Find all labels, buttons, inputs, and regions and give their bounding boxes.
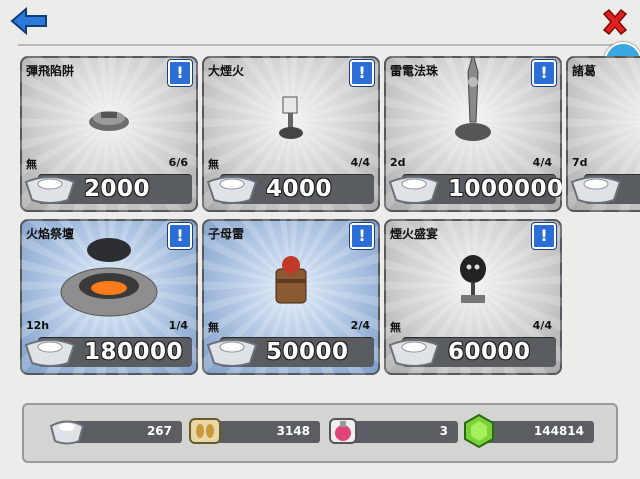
- price-bar: 1000000: [388, 174, 562, 204]
- price-value: 50000: [266, 339, 349, 365]
- item-card-big-firework[interactable]: 大煙火 ! 無 4/4 4000: [202, 56, 380, 212]
- green-gem-icon: [464, 413, 494, 449]
- info-button[interactable]: !: [168, 223, 192, 249]
- item-name: 大煙火: [208, 64, 245, 78]
- price-value: 60000: [448, 339, 531, 365]
- resource-wheat: 3148: [189, 418, 320, 444]
- silver-ingot-icon: [388, 176, 440, 204]
- item-name: 子母雷: [208, 227, 245, 241]
- item-name: 彈飛陷阱: [26, 64, 75, 78]
- item-card-fire-altar[interactable]: 火焰祭壇 ! 12h 1/4 180000: [20, 219, 198, 375]
- cluster-mine-icon: [275, 256, 307, 304]
- price-bar: 60000: [388, 337, 556, 367]
- wheat-icon: [189, 418, 221, 444]
- item-card-bounce-trap[interactable]: 彈飛陷阱 ! 無 6/6 2000: [20, 56, 198, 212]
- potion-icon: [329, 418, 357, 444]
- item-name: 雷電法珠: [390, 64, 439, 78]
- price-bar: 2000: [24, 174, 192, 204]
- silver-ingot-icon: [206, 339, 258, 367]
- item-card-zhuge[interactable]: 諸葛 7d: [566, 56, 640, 212]
- info-button[interactable]: !: [350, 223, 374, 249]
- resource-bar: 267 3148 3 144814: [22, 403, 618, 463]
- silver-ingot-icon: [388, 339, 440, 367]
- count-label: 2/4: [350, 319, 370, 332]
- silver-ingot-icon: [24, 339, 76, 367]
- item-card-cluster-mine[interactable]: 子母雷 ! 無 2/4 50000: [202, 219, 380, 375]
- firework-launcher-icon: [279, 96, 303, 139]
- item-card-thunder-orb[interactable]: 雷電法珠 ! 2d 4/4 1000000: [384, 56, 562, 212]
- resource-value: 144814: [533, 424, 584, 438]
- silver-ingot-icon: [570, 176, 622, 204]
- info-button[interactable]: !: [532, 60, 556, 86]
- header-divider: [18, 44, 628, 46]
- price-bar: 50000: [206, 337, 374, 367]
- item-card-firework-feast[interactable]: 煙火盛宴 ! 無 4/4 60000: [384, 219, 562, 375]
- silver-ingot-icon: [49, 420, 85, 445]
- info-button[interactable]: !: [350, 60, 374, 86]
- item-name: 煙火盛宴: [390, 227, 439, 241]
- thunder-tower-icon: [455, 56, 491, 141]
- count-label: 4/4: [350, 156, 370, 169]
- item-name: 諸葛: [572, 64, 597, 78]
- price-value: 4000: [266, 176, 333, 202]
- count-label: 6/6: [168, 156, 188, 169]
- resource-potion: 3: [329, 418, 458, 444]
- resource-value: 267: [146, 424, 172, 438]
- resource-value: 3: [439, 424, 448, 438]
- price-bar: 180000: [24, 337, 192, 367]
- info-button[interactable]: !: [532, 223, 556, 249]
- shop-window: fun 彈飛陷阱 ! 無 6/6 2000 大煙火 ! 無 4/4: [0, 0, 640, 479]
- fire-altar-icon: [60, 238, 158, 317]
- close-x-icon[interactable]: [600, 8, 630, 36]
- count-label: 4/4: [532, 156, 552, 169]
- silver-ingot-icon: [206, 176, 258, 204]
- item-grid: 彈飛陷阱 ! 無 6/6 2000 大煙火 ! 無 4/4 4000 雷電法珠 …: [0, 56, 640, 386]
- count-label: 4/4: [532, 319, 552, 332]
- bounce-trap-icon: [89, 111, 129, 131]
- price-value: 2000: [84, 176, 151, 202]
- price-value: 1000000: [448, 176, 562, 202]
- back-arrow-icon[interactable]: [10, 6, 48, 36]
- price-bar: 4000: [206, 174, 374, 204]
- resource-gem: 144814: [464, 413, 594, 449]
- price-value: 180000: [84, 339, 184, 365]
- resource-silver: 267: [49, 420, 182, 445]
- resource-value: 3148: [276, 424, 310, 438]
- count-label: 1/4: [168, 319, 188, 332]
- skull-balloon-icon: [460, 255, 486, 303]
- price-bar: [570, 174, 640, 204]
- info-button[interactable]: !: [168, 60, 192, 86]
- silver-ingot-icon: [24, 176, 76, 204]
